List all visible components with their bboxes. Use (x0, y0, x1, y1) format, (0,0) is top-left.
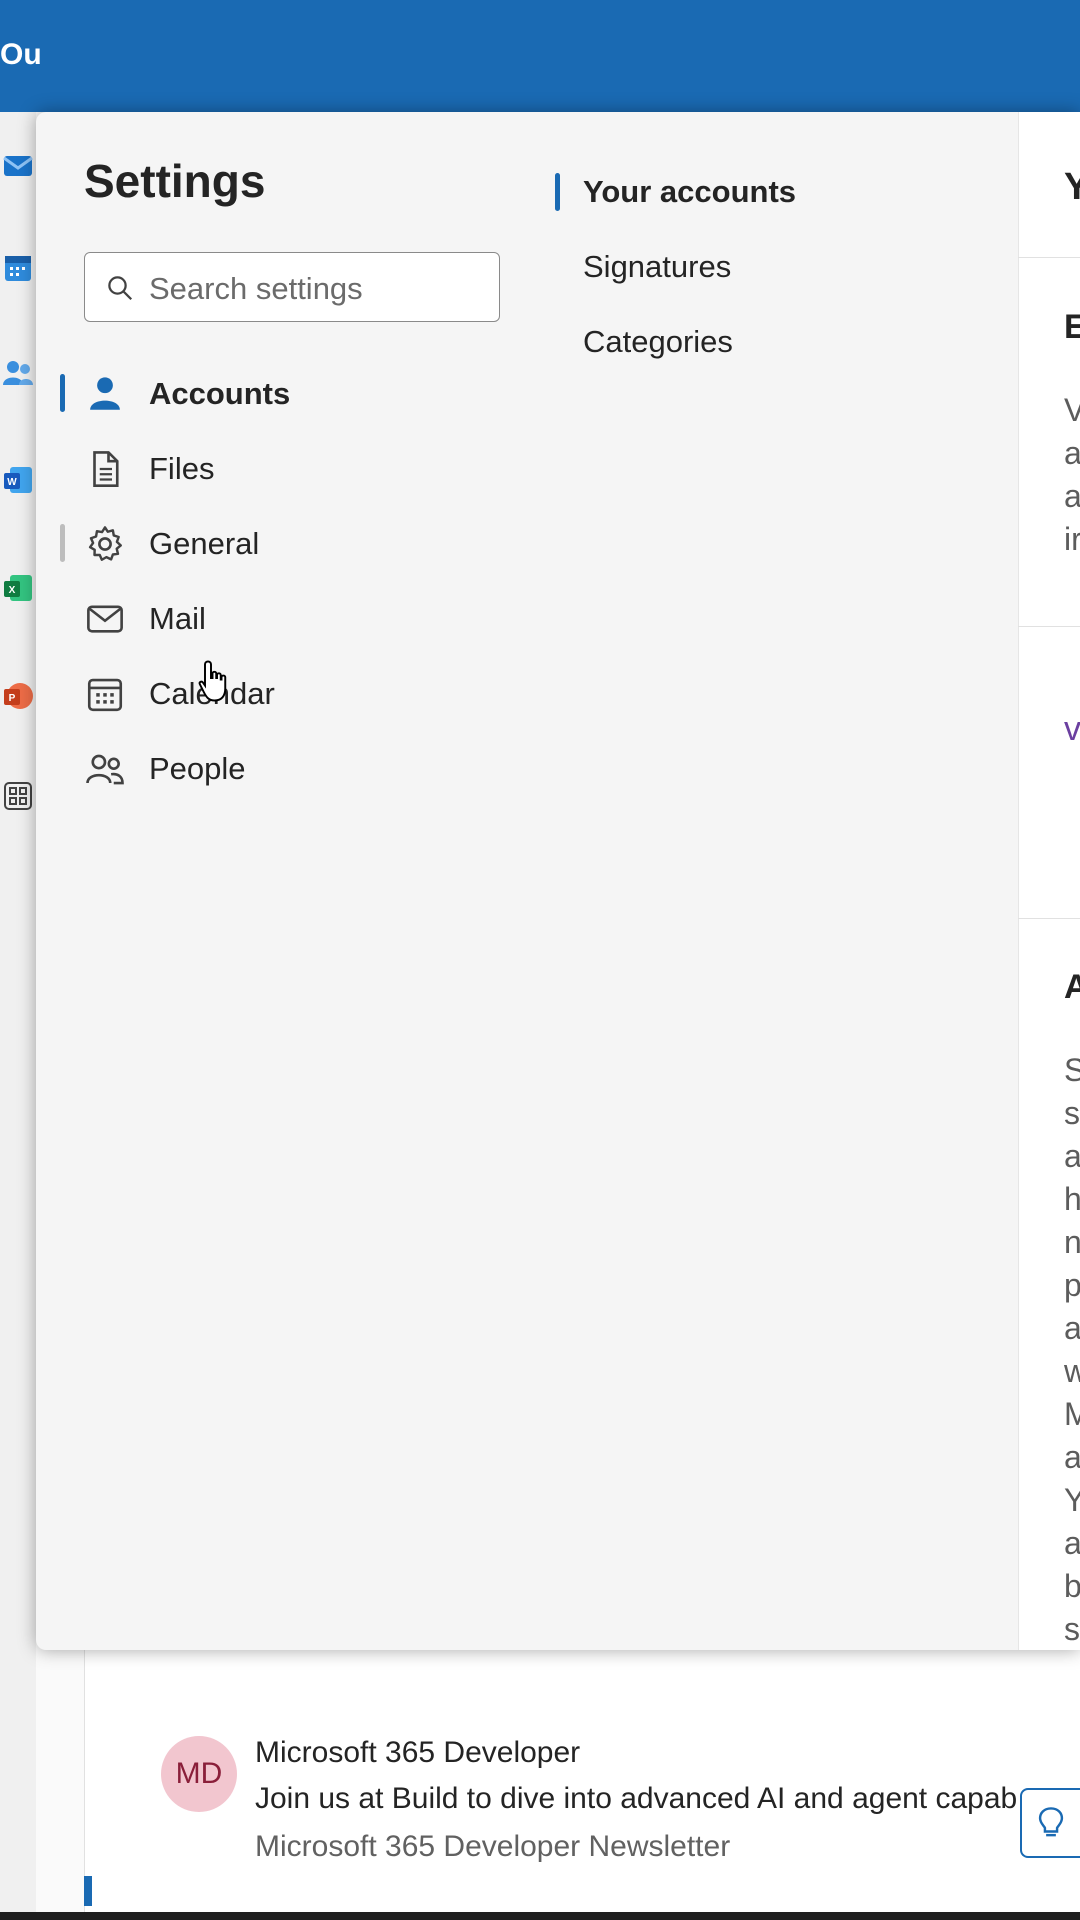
dialog-title: Settings (84, 155, 266, 207)
calendar-app-icon[interactable] (2, 252, 34, 284)
app-rail: W X P (0, 112, 36, 1912)
section-text-line: n (1064, 1224, 1080, 1260)
app-name: Ou (0, 38, 42, 71)
section-text-line: a (1064, 1439, 1080, 1475)
section-text-line: a (1064, 478, 1080, 514)
search-icon (108, 276, 133, 301)
section-text-line: s (1064, 1095, 1080, 1131)
nav-item-files[interactable]: Files (36, 433, 436, 503)
nav-label: Accounts (149, 376, 291, 411)
subnav-categories[interactable]: Categories (583, 324, 733, 360)
section-text-line: a (1064, 1525, 1080, 1561)
search-input[interactable]: Search settings (84, 252, 500, 322)
hover-indicator (60, 524, 65, 562)
hand-cursor-icon (198, 660, 227, 702)
subnav-signatures[interactable]: Signatures (583, 249, 731, 285)
nav-item-mail[interactable]: Mail (36, 583, 436, 653)
apps-icon[interactable] (2, 780, 34, 812)
lightbulb-icon (1038, 1807, 1064, 1837)
nav-label: General (149, 526, 260, 561)
powerpoint-app-icon[interactable]: P (2, 680, 34, 712)
section-text-line: M (1064, 1396, 1080, 1432)
nav-item-general[interactable]: General (36, 508, 436, 578)
suggestion-button[interactable] (1020, 1788, 1080, 1858)
selected-indicator (60, 374, 65, 412)
word-app-icon[interactable]: W (2, 464, 34, 496)
search-placeholder: Search settings (149, 271, 363, 306)
nav-item-calendar[interactable]: Calendar (36, 658, 436, 728)
section-text-line: V (1064, 392, 1080, 428)
message-list: MD Microsoft 365 Developer Join us at Bu… (84, 1640, 1080, 1912)
subnav-your-accounts[interactable]: Your accounts (583, 174, 796, 210)
section-heading: A (1064, 968, 1080, 1006)
settings-dialog: Settings Search settings Accounts Files … (36, 112, 1080, 1650)
selection-indicator (84, 1876, 92, 1906)
avatar: MD (161, 1736, 237, 1812)
nav-label: Files (149, 451, 215, 486)
divider (1018, 257, 1080, 258)
svg-text:P: P (9, 693, 16, 704)
section-text-line: s (1064, 1611, 1080, 1647)
subnav-selected-indicator (555, 173, 560, 211)
document-icon (93, 451, 119, 487)
mail-sender: Microsoft 365 Developer (255, 1736, 581, 1769)
nav-label: People (149, 751, 246, 786)
mail-app-icon[interactable] (2, 148, 34, 180)
divider (1018, 626, 1080, 627)
nav-label: Mail (149, 601, 206, 636)
content-logo-fragment: v (1064, 710, 1080, 748)
excel-app-icon[interactable]: X (2, 572, 34, 604)
section-text-line: a (1064, 1310, 1080, 1346)
nav-item-accounts[interactable]: Accounts (36, 358, 436, 428)
calendar-icon (87, 678, 123, 712)
section-text-line: ir (1064, 521, 1080, 557)
section-text-line: S (1064, 1052, 1080, 1088)
section-text-line: b (1064, 1568, 1080, 1604)
svg-text:X: X (9, 585, 16, 596)
app-header-bar: Ou (0, 0, 1080, 112)
section-text-line: a (1064, 435, 1080, 471)
svg-text:W: W (7, 477, 17, 488)
divider (1018, 918, 1080, 919)
nav-item-people[interactable]: People (36, 733, 436, 803)
people-app-icon[interactable] (2, 356, 34, 388)
section-text-line: Y (1064, 1482, 1080, 1518)
mail-icon (87, 605, 123, 633)
gear-icon (88, 526, 122, 561)
section-heading: E (1064, 308, 1080, 346)
person-icon (90, 377, 120, 410)
section-text-line: w (1064, 1353, 1080, 1389)
section-text-line: h (1064, 1181, 1080, 1217)
content-heading: Y (1064, 166, 1080, 208)
mail-preview: Join us at Build to dive into advanced A… (255, 1782, 1018, 1815)
section-text-line: a (1064, 1138, 1080, 1174)
section-text-line: p (1064, 1267, 1080, 1303)
people-icon (86, 754, 124, 785)
list-item[interactable]: MD Microsoft 365 Developer Join us at Bu… (85, 1680, 1080, 1863)
mail-newsletter-label: Microsoft 365 Developer Newsletter (255, 1830, 731, 1863)
